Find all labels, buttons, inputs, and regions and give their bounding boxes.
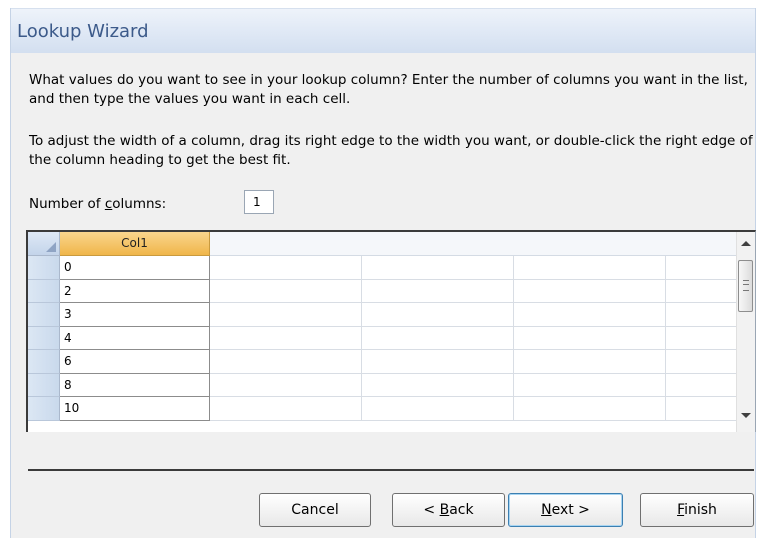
scroll-down-arrow-icon[interactable] <box>741 413 751 418</box>
row-selector[interactable] <box>28 279 60 303</box>
cancel-button[interactable]: Cancel <box>259 493 371 527</box>
empty-cell <box>514 279 666 303</box>
grid-cell[interactable]: 10 <box>60 397 210 421</box>
dialog-body: What values do you want to see in your l… <box>11 53 756 538</box>
number-of-columns-input[interactable]: 1 <box>244 190 274 214</box>
empty-cell <box>666 279 738 303</box>
empty-cell <box>362 350 514 374</box>
empty-cell <box>666 326 738 350</box>
table-row: 0 <box>28 256 738 280</box>
row-selector[interactable] <box>28 256 60 280</box>
number-of-columns-label: Number of columns: <box>29 196 167 212</box>
vertical-scrollbar[interactable] <box>736 232 755 432</box>
table-row: 6 <box>28 350 738 374</box>
empty-cell <box>362 279 514 303</box>
empty-cell <box>362 397 514 421</box>
lookup-values-grid[interactable]: Col1 0 2 3 4 6 8 10 <box>26 230 756 432</box>
empty-cell <box>666 350 738 374</box>
next-button[interactable]: Next > <box>508 493 623 527</box>
column-header-col1[interactable]: Col1 <box>60 232 210 256</box>
row-selector[interactable] <box>28 326 60 350</box>
grid-cell[interactable]: 3 <box>60 303 210 327</box>
header-empty-area <box>210 232 737 256</box>
table-row: 8 <box>28 373 738 397</box>
empty-cell <box>666 397 738 421</box>
empty-cell <box>666 256 738 280</box>
instruction-values: What values do you want to see in your l… <box>29 72 748 107</box>
empty-cell <box>514 373 666 397</box>
lookup-wizard-dialog: Lookup Wizard What values do you want to… <box>10 8 756 538</box>
scroll-up-arrow-icon[interactable] <box>741 241 751 246</box>
empty-cell <box>210 326 362 350</box>
separator-line <box>28 469 754 471</box>
select-all-corner[interactable] <box>28 232 60 256</box>
instruction-column-width: To adjust the width of a column, drag it… <box>29 133 753 168</box>
empty-cell <box>210 303 362 327</box>
grid-cell[interactable]: 8 <box>60 373 210 397</box>
table-row: 10 <box>28 397 738 421</box>
empty-cell <box>362 326 514 350</box>
empty-cell <box>210 256 362 280</box>
table-row: 3 <box>28 303 738 327</box>
scrollbar-thumb[interactable] <box>738 260 753 312</box>
empty-cell <box>210 373 362 397</box>
grid-cell[interactable]: 0 <box>60 256 210 280</box>
empty-cell <box>514 350 666 374</box>
empty-cell <box>362 373 514 397</box>
empty-cell <box>362 303 514 327</box>
empty-cell <box>666 303 738 327</box>
empty-cell <box>210 397 362 421</box>
empty-cell <box>514 303 666 327</box>
row-selector[interactable] <box>28 373 60 397</box>
finish-button[interactable]: Finish <box>640 493 754 527</box>
empty-cell <box>210 279 362 303</box>
table-row: 2 <box>28 279 738 303</box>
grid-cell[interactable]: 4 <box>60 326 210 350</box>
table-row: 4 <box>28 326 738 350</box>
row-selector[interactable] <box>28 350 60 374</box>
row-selector[interactable] <box>28 397 60 421</box>
empty-cell <box>514 326 666 350</box>
empty-cell <box>362 256 514 280</box>
grid-cell[interactable]: 6 <box>60 350 210 374</box>
grid-rows: 0 2 3 4 6 8 10 <box>28 256 738 421</box>
row-selector[interactable] <box>28 303 60 327</box>
empty-cell <box>514 256 666 280</box>
empty-cell <box>514 397 666 421</box>
empty-cell <box>666 373 738 397</box>
grid-cell[interactable]: 2 <box>60 279 210 303</box>
title-bar: Lookup Wizard <box>11 8 755 53</box>
empty-cell <box>210 350 362 374</box>
back-button[interactable]: < Back <box>392 493 505 527</box>
window-title: Lookup Wizard <box>17 21 149 42</box>
